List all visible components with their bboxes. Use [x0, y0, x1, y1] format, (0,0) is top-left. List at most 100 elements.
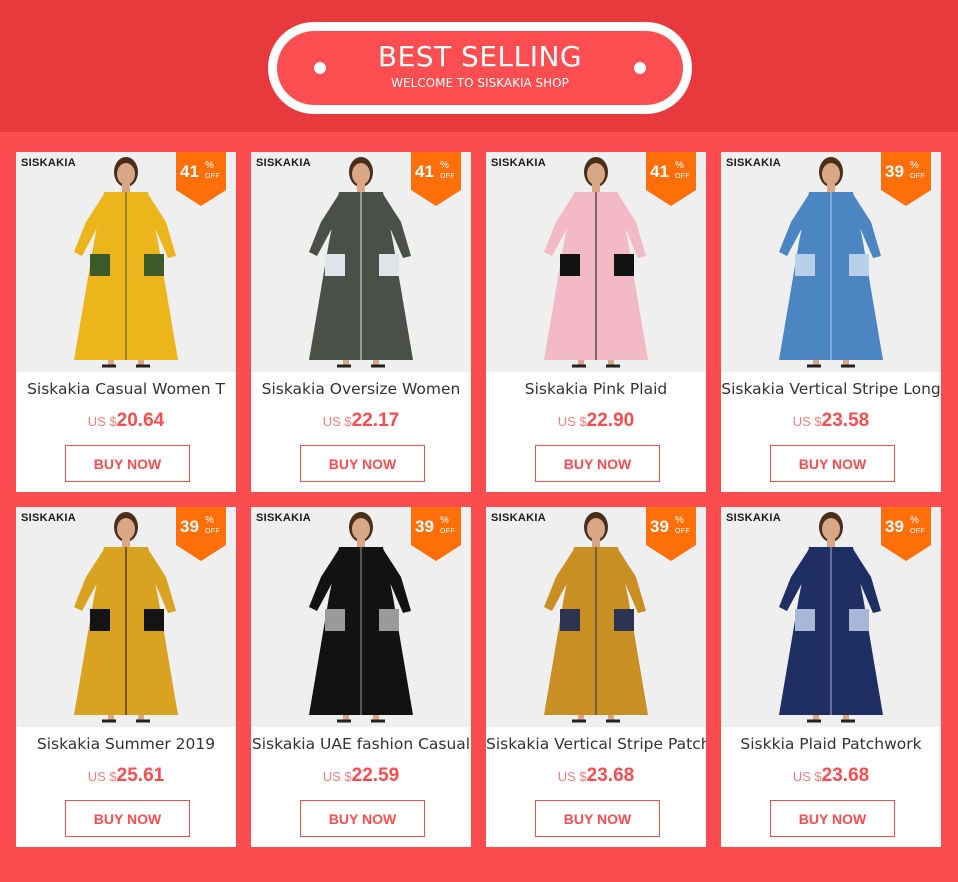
- header-banner: BEST SELLING WELCOME TO SISKAKIA SHOP: [0, 0, 958, 132]
- product-price: US $20.64: [16, 410, 236, 433]
- discount-value: 39: [885, 162, 904, 181]
- price-amount: 22.59: [351, 765, 400, 786]
- discount-badge: 39 % OFF: [881, 507, 931, 561]
- discount-badge: 39 % OFF: [646, 507, 696, 561]
- discount-value: 39: [885, 517, 904, 536]
- title-pill-inner: BEST SELLING WELCOME TO SISKAKIA SHOP: [277, 31, 683, 105]
- product-price: US $23.68: [486, 765, 706, 788]
- product-price: US $25.61: [16, 765, 236, 788]
- product-card[interactable]: SISKAKIA 41 % OFF Siskakia Pink Plaid US…: [486, 152, 706, 492]
- discount-badge: 41 % OFF: [176, 152, 226, 206]
- brand-logo: SISKAKIA: [726, 157, 781, 169]
- price-currency: US $: [557, 414, 587, 429]
- price-currency: US $: [792, 769, 822, 784]
- discount-off-label: OFF: [675, 528, 690, 535]
- product-photo[interactable]: SISKAKIA 41 % OFF: [16, 152, 236, 372]
- product-price: US $22.17: [251, 410, 471, 433]
- discount-off-label: OFF: [205, 173, 220, 180]
- discount-value: 39: [650, 517, 669, 536]
- product-photo[interactable]: SISKAKIA 39 % OFF: [251, 507, 471, 727]
- discount-off-label: OFF: [440, 528, 455, 535]
- price-amount: 23.68: [586, 765, 635, 786]
- discount-value: 41: [650, 162, 669, 181]
- price-currency: US $: [322, 414, 352, 429]
- discount-percent: %: [675, 515, 684, 526]
- price-amount: 23.58: [821, 410, 870, 431]
- price-amount: 23.68: [821, 765, 870, 786]
- product-photo[interactable]: SISKAKIA 41 % OFF: [251, 152, 471, 372]
- discount-percent: %: [675, 160, 684, 171]
- title-pill: BEST SELLING WELCOME TO SISKAKIA SHOP: [268, 22, 692, 114]
- discount-off-label: OFF: [910, 173, 925, 180]
- product-card[interactable]: SISKAKIA 39 % OFF Siskakia Vertical Stri…: [721, 152, 941, 492]
- price-amount: 25.61: [116, 765, 165, 786]
- product-card[interactable]: SISKAKIA 39 % OFF Siskakia UAE fashion C…: [251, 507, 471, 847]
- discount-off-label: OFF: [910, 528, 925, 535]
- buy-now-button[interactable]: BUY NOW: [300, 445, 425, 482]
- product-title[interactable]: Siskakia UAE fashion Casual: [251, 733, 471, 755]
- price-currency: US $: [87, 769, 117, 784]
- discount-percent: %: [440, 515, 449, 526]
- product-title[interactable]: Siskakia Vertical Stripe Patch: [486, 733, 706, 755]
- brand-logo: SISKAKIA: [491, 512, 546, 524]
- buy-now-button[interactable]: BUY NOW: [535, 445, 660, 482]
- brand-logo: SISKAKIA: [21, 512, 76, 524]
- price-amount: 22.90: [586, 410, 635, 431]
- discount-off-label: OFF: [675, 173, 690, 180]
- buy-now-button[interactable]: BUY NOW: [770, 800, 895, 837]
- buy-now-button[interactable]: BUY NOW: [535, 800, 660, 837]
- discount-badge: 41 % OFF: [646, 152, 696, 206]
- brand-logo: SISKAKIA: [21, 157, 76, 169]
- discount-value: 39: [415, 517, 434, 536]
- product-price: US $22.59: [251, 765, 471, 788]
- product-title[interactable]: Siskakia Casual Women T: [16, 378, 236, 400]
- product-title[interactable]: Siskakia Oversize Women: [251, 378, 471, 400]
- price-amount: 20.64: [116, 410, 165, 431]
- product-title[interactable]: Siskakia Pink Plaid: [486, 378, 706, 400]
- discount-value: 39: [180, 517, 199, 536]
- price-currency: US $: [557, 769, 587, 784]
- discount-badge: 41 % OFF: [411, 152, 461, 206]
- discount-badge: 39 % OFF: [411, 507, 461, 561]
- product-title[interactable]: Siskkia Plaid Patchwork: [721, 733, 941, 755]
- right-dot-icon: [634, 62, 646, 74]
- discount-badge: 39 % OFF: [881, 152, 931, 206]
- product-price: US $22.90: [486, 410, 706, 433]
- product-photo[interactable]: SISKAKIA 41 % OFF: [486, 152, 706, 372]
- brand-logo: SISKAKIA: [726, 512, 781, 524]
- buy-now-button[interactable]: BUY NOW: [300, 800, 425, 837]
- product-card[interactable]: SISKAKIA 39 % OFF Siskakia Summer 2019 U…: [16, 507, 236, 847]
- discount-percent: %: [205, 515, 214, 526]
- product-photo[interactable]: SISKAKIA 39 % OFF: [16, 507, 236, 727]
- discount-percent: %: [440, 160, 449, 171]
- discount-value: 41: [180, 162, 199, 181]
- product-price: US $23.68: [721, 765, 941, 788]
- buy-now-button[interactable]: BUY NOW: [770, 445, 895, 482]
- product-title[interactable]: Siskakia Summer 2019: [16, 733, 236, 755]
- left-dot-icon: [314, 62, 326, 74]
- product-price: US $23.58: [721, 410, 941, 433]
- brand-logo: SISKAKIA: [256, 512, 311, 524]
- discount-off-label: OFF: [440, 173, 455, 180]
- price-amount: 22.17: [351, 410, 400, 431]
- buy-now-button[interactable]: BUY NOW: [65, 800, 190, 837]
- section-subtitle: WELCOME TO SISKAKIA SHOP: [391, 75, 569, 90]
- product-card[interactable]: SISKAKIA 41 % OFF Siskakia Casual Women …: [16, 152, 236, 492]
- price-currency: US $: [792, 414, 822, 429]
- brand-logo: SISKAKIA: [256, 157, 311, 169]
- product-photo[interactable]: SISKAKIA 39 % OFF: [486, 507, 706, 727]
- product-card[interactable]: SISKAKIA 39 % OFF Siskakia Vertical Stri…: [486, 507, 706, 847]
- section-title: BEST SELLING: [377, 39, 583, 73]
- product-title[interactable]: Siskakia Vertical Stripe Long: [721, 378, 941, 400]
- product-card[interactable]: SISKAKIA 39 % OFF Siskkia Plaid Patchwor…: [721, 507, 941, 847]
- buy-now-button[interactable]: BUY NOW: [65, 445, 190, 482]
- product-photo[interactable]: SISKAKIA 39 % OFF: [721, 152, 941, 372]
- discount-percent: %: [910, 515, 919, 526]
- price-currency: US $: [87, 414, 117, 429]
- discount-percent: %: [910, 160, 919, 171]
- product-card[interactable]: SISKAKIA 41 % OFF Siskakia Oversize Wome…: [251, 152, 471, 492]
- price-currency: US $: [322, 769, 352, 784]
- discount-badge: 39 % OFF: [176, 507, 226, 561]
- discount-off-label: OFF: [205, 528, 220, 535]
- product-photo[interactable]: SISKAKIA 39 % OFF: [721, 507, 941, 727]
